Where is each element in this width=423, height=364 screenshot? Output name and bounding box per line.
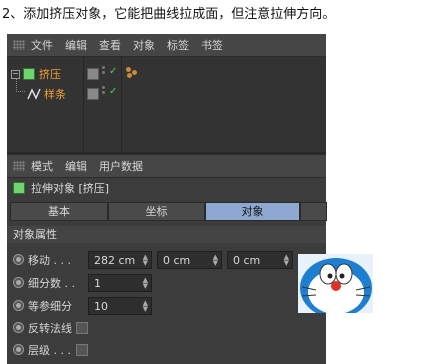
mascot-image (298, 254, 373, 313)
menu-edit[interactable]: 编辑 (65, 37, 87, 53)
object-name-column: − 挤压 样条 (7, 57, 84, 152)
movement-x-input[interactable]: 282 cm ▲ ▼ (88, 250, 152, 269)
stepper-icon[interactable]: ▲ ▼ (284, 253, 289, 266)
object-manager-menubar: 文件 编辑 查看 对象 标签 书签 (7, 34, 326, 57)
enabled-check-icon[interactable]: ✓ (109, 86, 117, 97)
tab-object[interactable]: 对象 (205, 202, 300, 221)
property-label: 细分数 . . (28, 276, 75, 290)
hierarchical-checkbox[interactable] (76, 343, 88, 356)
visibility-dots-icon[interactable] (102, 86, 106, 96)
layer-icon[interactable] (87, 68, 99, 80)
animate-radio-icon[interactable] (13, 344, 24, 355)
animate-radio-icon[interactable] (13, 300, 24, 311)
property-label: 移动 . . . (28, 253, 71, 267)
tab-coordinates[interactable]: 坐标 (108, 202, 205, 221)
tree-connector (16, 78, 25, 92)
caption-text: 2、添加挤压对象，它能把曲线拉成面，但注意拉伸方向。 (2, 7, 336, 22)
tab-overflow[interactable] (300, 202, 327, 221)
material-tag-icon[interactable] (126, 67, 140, 79)
attribute-title-bar: 拉伸对象 [挤压] (7, 177, 326, 199)
property-isoparm: 等参细分 10 ▲ ▼ (7, 295, 326, 316)
object-label-spline[interactable]: 样条 (44, 86, 66, 102)
property-subdivision: 细分数 . . 1 ▲ ▼ (7, 272, 326, 293)
cube-icon (13, 182, 25, 194)
attribute-manager-menubar: 模式 编辑 用户数据 (7, 155, 326, 178)
menu-file[interactable]: 文件 (31, 37, 53, 53)
stepper-icon[interactable]: ▲ ▼ (213, 253, 218, 266)
object-flags-column: ✓ ✓ (84, 57, 122, 152)
stepper-icon[interactable]: ▲ ▼ (143, 299, 148, 312)
subdivision-input[interactable]: 1 ▲ ▼ (88, 273, 152, 292)
menu-view[interactable]: 查看 (99, 37, 121, 53)
spline-icon (27, 88, 41, 100)
movement-z-input[interactable]: 0 cm ▲ ▼ (227, 250, 293, 269)
menu-edit[interactable]: 编辑 (65, 158, 87, 174)
object-label-extrude[interactable]: 挤压 (39, 66, 61, 82)
animate-radio-icon[interactable] (13, 322, 24, 333)
menu-objects[interactable]: 对象 (133, 37, 155, 53)
tab-basic[interactable]: 基本 (10, 202, 108, 221)
grip-icon[interactable] (13, 161, 25, 171)
property-label: 等参细分 (28, 299, 72, 313)
cinema4d-panel: 文件 编辑 查看 对象 标签 书签 − 挤压 样条 ✓ ✓ 模式 编辑 用户数据… (7, 34, 327, 364)
animate-radio-icon[interactable] (13, 277, 24, 288)
enabled-check-icon[interactable]: ✓ (109, 66, 117, 77)
menu-user-data[interactable]: 用户数据 (99, 158, 143, 174)
object-list: − 挤压 样条 ✓ ✓ (7, 57, 326, 152)
layer-icon[interactable] (87, 88, 99, 100)
menu-tags[interactable]: 标签 (167, 37, 189, 53)
movement-y-input[interactable]: 0 cm ▲ ▼ (157, 250, 222, 269)
stepper-icon[interactable]: ▲ ▼ (143, 276, 148, 289)
menu-bookmarks[interactable]: 书签 (201, 37, 223, 53)
property-movement: 移动 . . . 282 cm ▲ ▼ 0 cm ▲ ▼ 0 cm ▲ ▼ (7, 249, 326, 270)
flip-normals-checkbox[interactable] (76, 321, 88, 334)
attribute-title: 拉伸对象 [挤压] (31, 182, 110, 195)
stepper-icon[interactable]: ▲ ▼ (143, 253, 148, 266)
animate-radio-icon[interactable] (13, 254, 24, 265)
object-row-spline[interactable]: 样条 (27, 84, 66, 104)
property-hierarchical: 层级 . . . (7, 339, 326, 360)
menu-mode[interactable]: 模式 (31, 158, 53, 174)
visibility-dots-icon[interactable] (102, 66, 106, 76)
grip-icon[interactable] (13, 40, 25, 50)
property-flip-normals: 反转法线 (7, 317, 326, 338)
attribute-tabs: 基本 坐标 对象 (10, 202, 327, 221)
section-header[interactable]: 对象属性 (7, 226, 326, 243)
isoparm-input[interactable]: 10 ▲ ▼ (88, 296, 152, 315)
